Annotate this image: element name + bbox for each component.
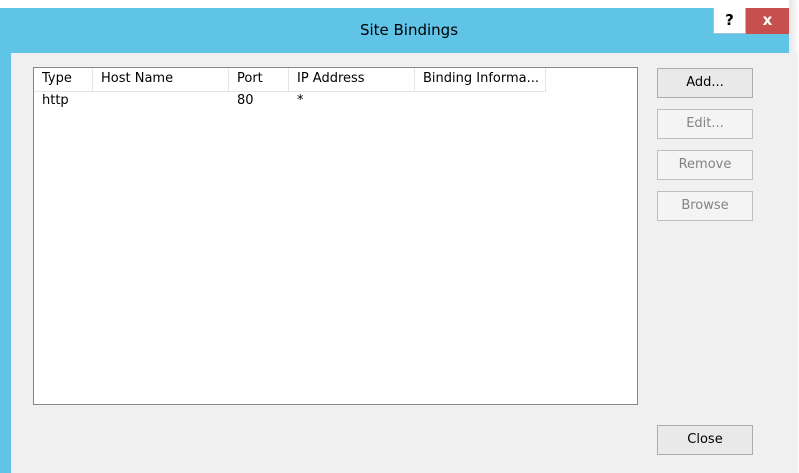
add-button[interactable]: Add...: [657, 68, 753, 98]
cell-binding-info: [415, 91, 546, 111]
cell-host-name: [93, 91, 229, 111]
browse-button[interactable]: Browse: [657, 191, 753, 221]
title-bar[interactable]: Site Bindings ? x: [0, 8, 789, 53]
column-header-ip-address[interactable]: IP Address: [289, 68, 415, 91]
table-row[interactable]: http 80 *: [34, 91, 546, 111]
bindings-list[interactable]: Type Host Name Port IP Address Binding I…: [33, 67, 638, 405]
list-header: Type Host Name Port IP Address Binding I…: [34, 68, 546, 92]
close-button[interactable]: Close: [657, 425, 753, 455]
dialog-title: Site Bindings: [359, 21, 459, 39]
dialog-body: Type Host Name Port IP Address Binding I…: [11, 53, 798, 473]
top-edge: [0, 0, 799, 8]
cell-ip-address: *: [297, 93, 304, 108]
column-header-type[interactable]: Type: [34, 68, 93, 91]
column-header-host-name[interactable]: Host Name: [93, 68, 229, 91]
column-header-port[interactable]: Port: [229, 68, 289, 91]
cell-port: 80: [237, 93, 254, 108]
help-button[interactable]: ?: [713, 8, 746, 34]
close-window-button[interactable]: x: [746, 8, 789, 34]
column-header-binding-info[interactable]: Binding Informa...: [415, 68, 546, 91]
cell-type: http: [42, 93, 69, 108]
remove-button[interactable]: Remove: [657, 150, 753, 180]
site-bindings-dialog: Site Bindings ? x Type Host Name Port IP…: [0, 8, 798, 473]
edit-button[interactable]: Edit...: [657, 109, 753, 139]
